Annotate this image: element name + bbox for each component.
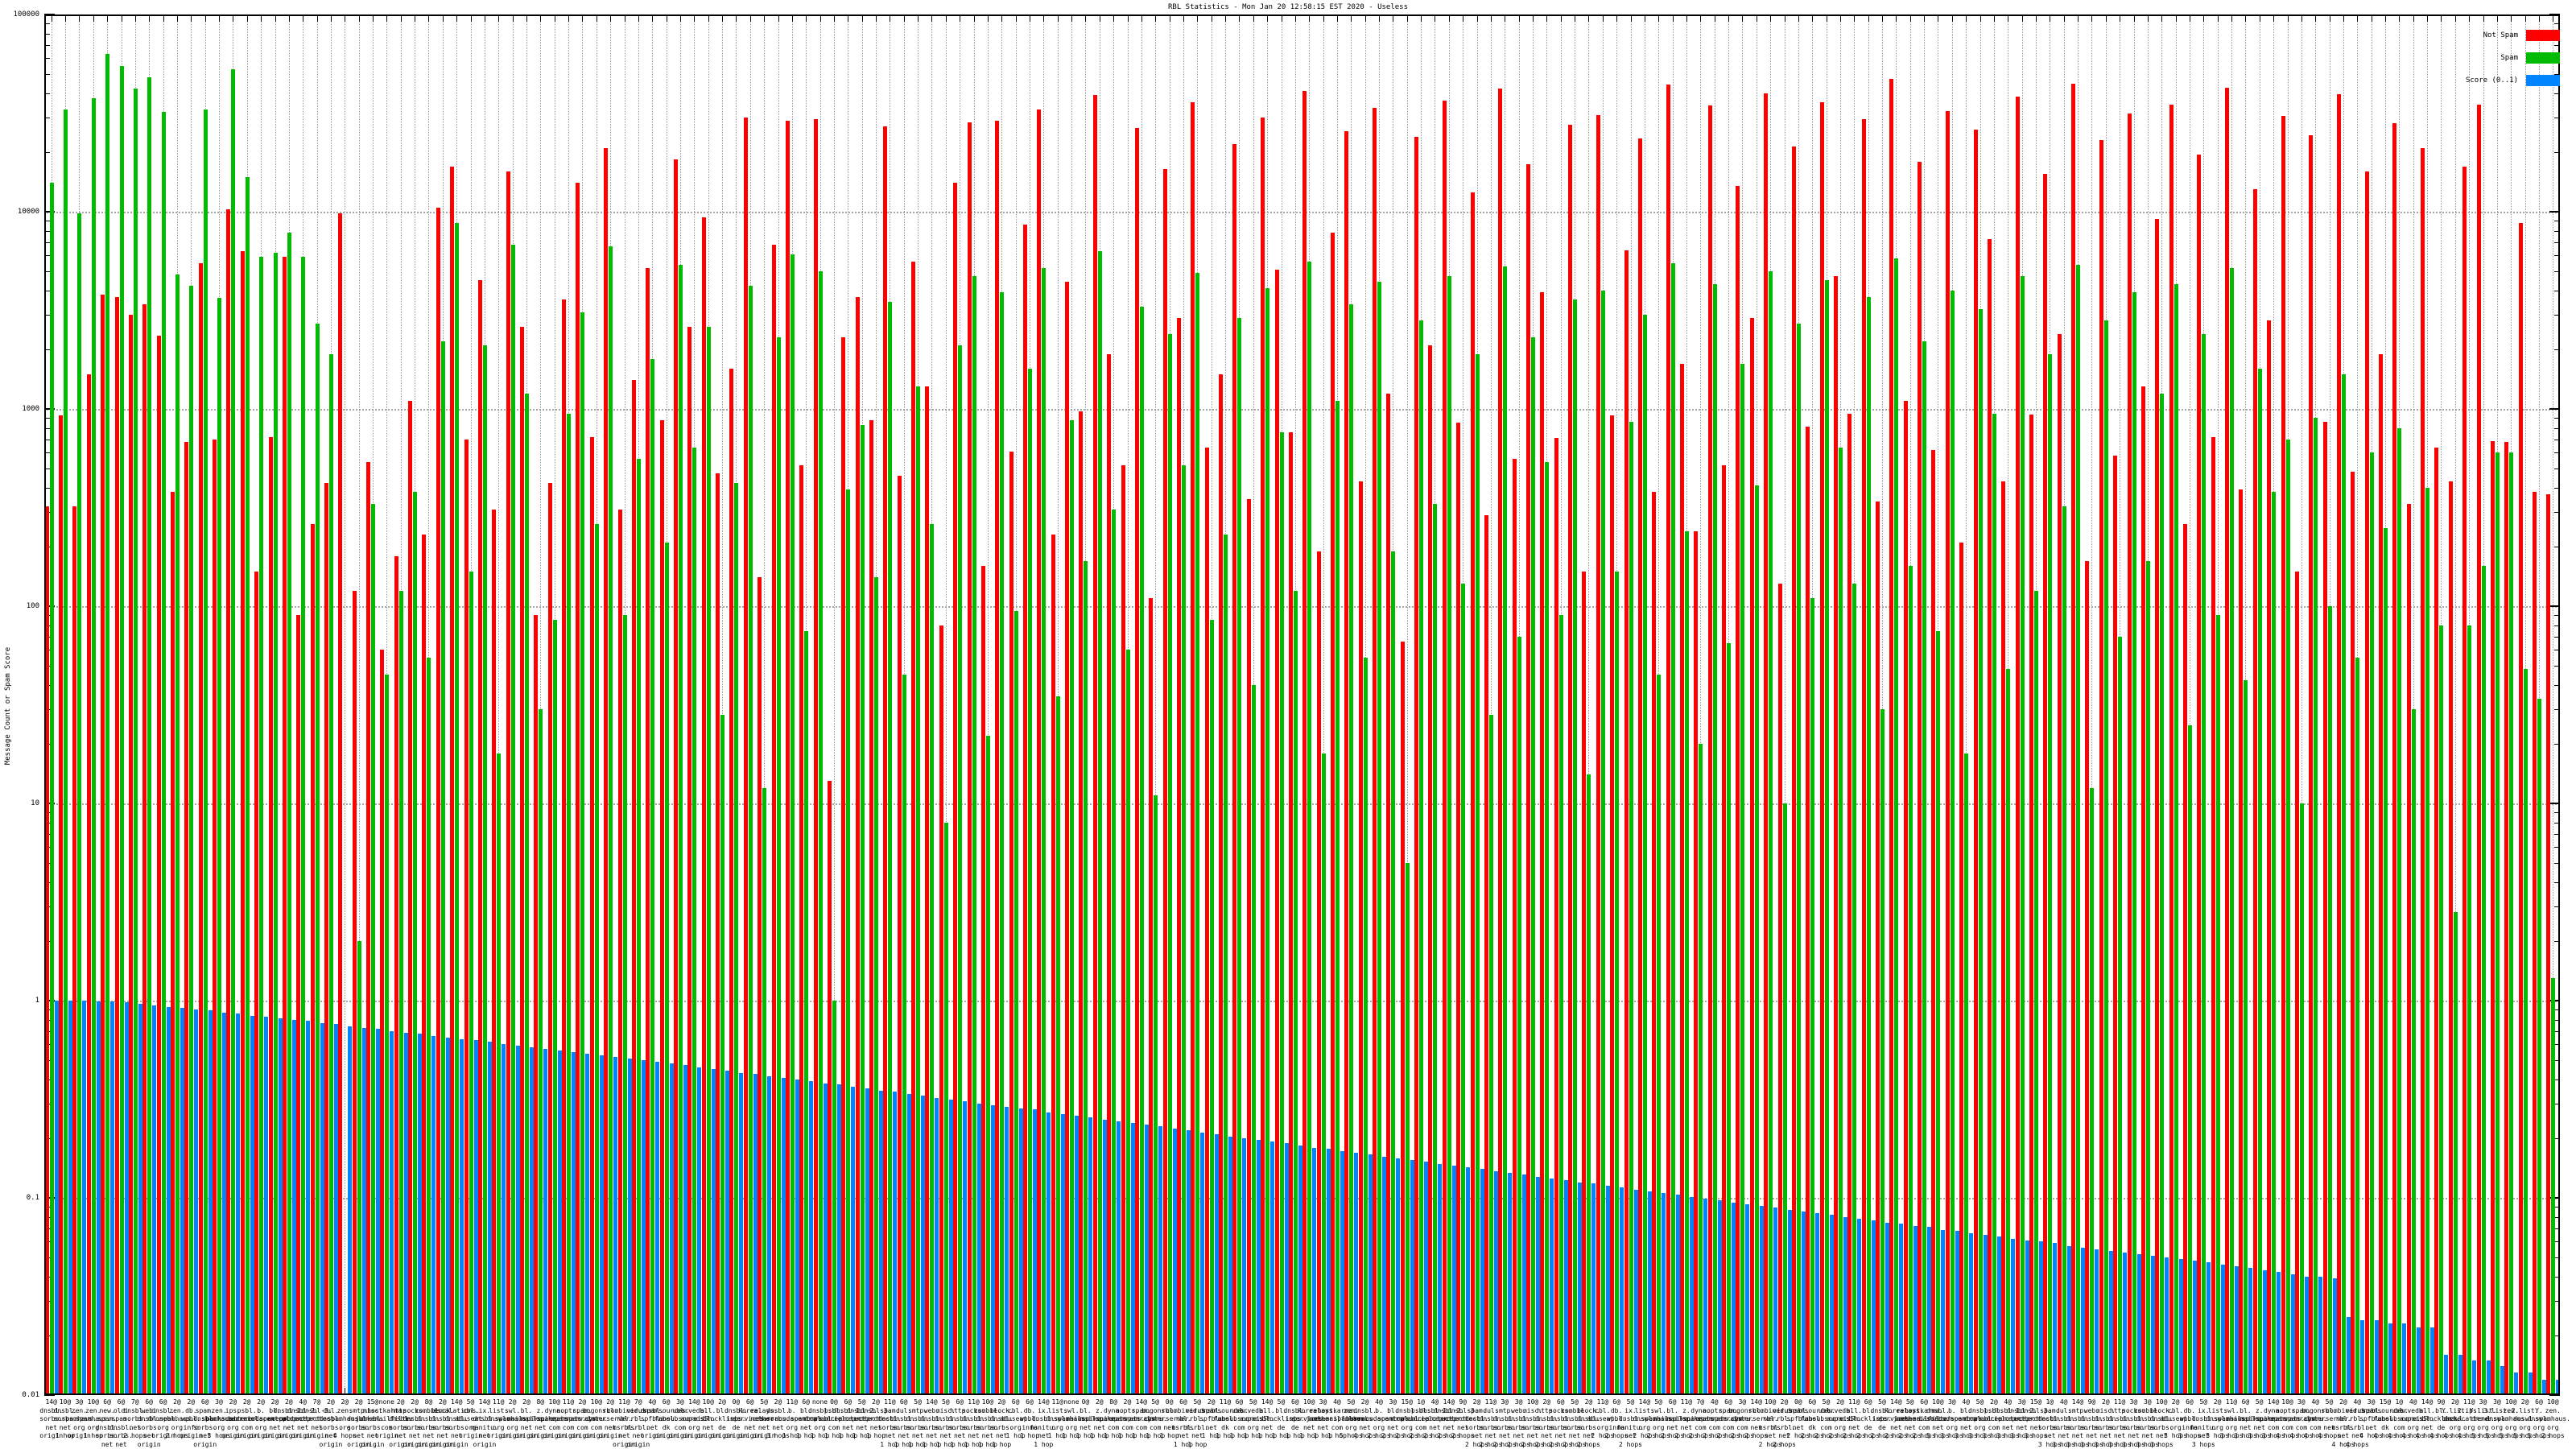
plot-frame — [44, 14, 2560, 1395]
y-tick-label: 1000 — [22, 405, 39, 413]
legend-label-spam: Spam — [2500, 54, 2518, 62]
y-tick-label: 100000 — [13, 10, 39, 19]
y-tick-label: 0.1 — [26, 1194, 39, 1202]
legend: Not Spam Spam Score (0..1) — [2466, 24, 2560, 92]
legend-swatch-spam — [2526, 52, 2560, 64]
y-tick-label: 0.01 — [22, 1391, 39, 1399]
legend-label-not-spam: Not Spam — [2483, 31, 2518, 39]
legend-row-not-spam: Not Spam — [2466, 24, 2560, 47]
legend-swatch-not-spam — [2526, 30, 2560, 41]
y-tick-label: 100 — [26, 602, 39, 610]
legend-swatch-score — [2526, 75, 2560, 86]
x-tick-label: 10@ zen. spamhaus. org 2 hops — [2535, 1398, 2570, 1439]
rbl-statistics-chart: RBL Statistics - Mon Jan 20 12:58:15 EST… — [0, 0, 2576, 1449]
legend-row-spam: Spam — [2466, 47, 2560, 69]
chart-title: RBL Statistics - Mon Jan 20 12:58:15 EST… — [1167, 3, 1408, 11]
legend-label-score: Score (0..1) — [2465, 76, 2518, 85]
y-tick-label: 10000 — [17, 208, 39, 216]
y-axis-label: Message Count or Spam Score — [4, 646, 12, 766]
y-tick-label: 10 — [31, 799, 39, 807]
y-tick-label: 1 — [35, 997, 39, 1005]
legend-row-score: Score (0..1) — [2466, 69, 2560, 92]
